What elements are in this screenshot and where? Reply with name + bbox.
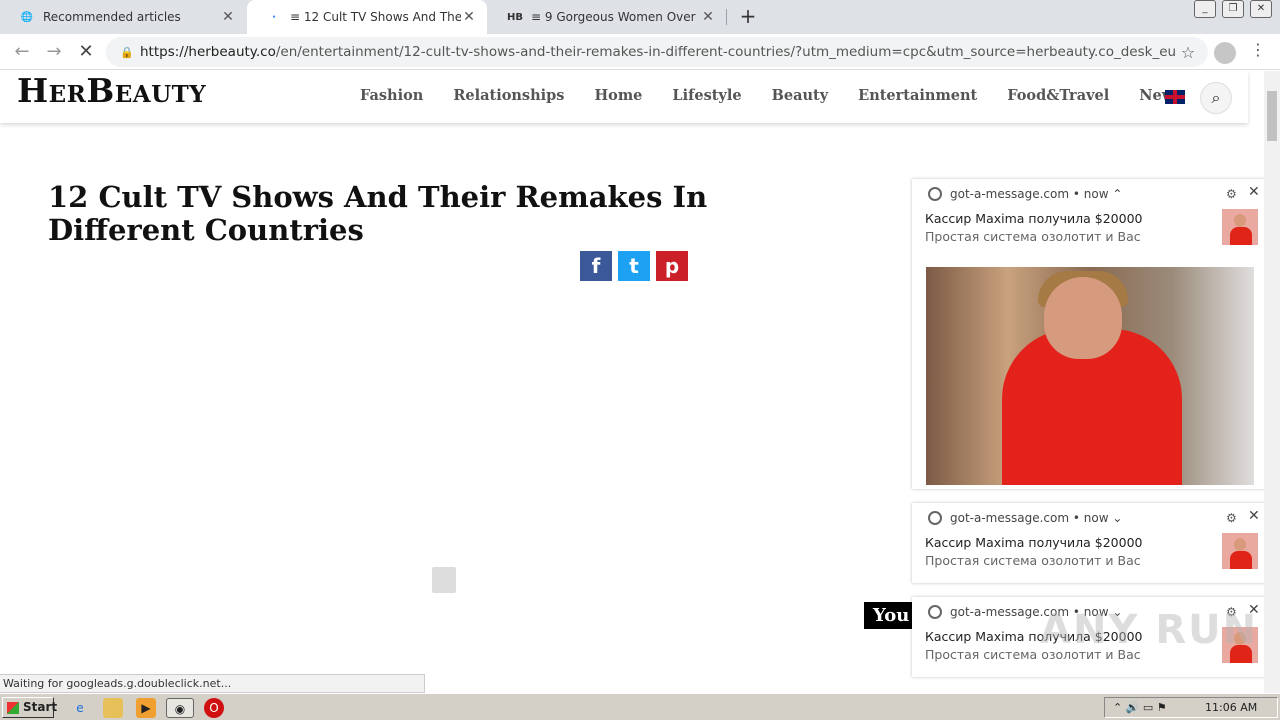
twitter-share-button[interactable]: t [618, 251, 650, 281]
notification-title: Кассир Maxima получила $20000 [925, 211, 1143, 226]
article-title: 12 Cult TV Shows And Their Remakes In Di… [48, 180, 708, 247]
chrome-icon [928, 605, 942, 619]
notification-thumbnail [1222, 533, 1258, 569]
lock-icon: 🔒 [120, 46, 134, 59]
window-controls: _ ❐ ✕ [1194, 0, 1272, 18]
page-scrollbar[interactable] [1264, 71, 1280, 693]
notification-body: Простая система озолотит и Вас [925, 553, 1141, 568]
folder-icon[interactable] [103, 698, 123, 718]
site-header: HerBeauty Fashion Relationships Home Lif… [0, 71, 1248, 123]
push-notification[interactable]: got-a-message.com • now ⌃ ⚙ ✕ Кассир Max… [912, 179, 1264, 489]
scrollbar-thumb[interactable] [1267, 91, 1277, 141]
image-placeholder [432, 567, 456, 593]
teaser-label: You [864, 602, 912, 629]
clock: 11:06 AM [1205, 701, 1258, 714]
chrome-taskbar-icon[interactable]: ◉ [166, 698, 194, 718]
restore-button[interactable]: ❐ [1222, 0, 1244, 18]
ie-icon[interactable]: e [70, 698, 90, 718]
minimize-button[interactable]: _ [1194, 0, 1216, 18]
opera-icon[interactable]: O [204, 698, 224, 718]
bookmark-star-icon[interactable]: ☆ [1176, 43, 1200, 62]
profile-avatar[interactable] [1214, 42, 1236, 64]
tab-title: ≡ 9 Gorgeous Women Over 50 That [531, 10, 700, 24]
address-bar[interactable]: 🔒 https://herbeauty.co/en/entertainment/… [106, 37, 1208, 67]
gear-icon[interactable]: ⚙ [1226, 511, 1237, 525]
close-window-button[interactable]: ✕ [1250, 0, 1272, 18]
notification-title: Кассир Maxima получила $20000 [925, 535, 1143, 550]
windows-taskbar: Start e ▶ ◉ O ⌃ 🔊 ▭ ⚑ 11:06 AM [0, 693, 1280, 720]
browser-toolbar: ← → ✕ 🔒 https://herbeauty.co/en/entertai… [0, 34, 1280, 70]
menu-kebab-icon[interactable]: ⋮ [1250, 40, 1266, 62]
tray-icons[interactable]: ⌃ 🔊 ▭ ⚑ [1113, 698, 1167, 717]
stop-loading-button[interactable]: ✕ [74, 41, 98, 63]
chevron-down-icon: ⌄ [1112, 511, 1123, 525]
close-icon[interactable]: ✕ [1248, 184, 1260, 200]
nav-entertainment[interactable]: Entertainment [843, 87, 992, 104]
nav-beauty[interactable]: Beauty [757, 87, 844, 104]
close-tab-icon[interactable]: ✕ [700, 9, 716, 25]
pinterest-share-button[interactable]: p [656, 251, 688, 281]
main-nav: Fashion Relationships Home Lifestyle Bea… [345, 87, 1197, 104]
tab-strip: 🌐 Recommended articles ✕ · ≡ 12 Cult TV … [0, 0, 1280, 34]
push-notification[interactable]: got-a-message.com • now ⌄ ⚙ ✕ Кассир Max… [912, 503, 1264, 583]
notification-thumbnail [1222, 209, 1258, 245]
forward-button[interactable]: → [42, 41, 66, 63]
notification-body: Простая система озолотит и Вас [925, 229, 1141, 244]
site-logo[interactable]: HerBeauty [17, 71, 206, 110]
tab-recommended-articles[interactable]: 🌐 Recommended articles ✕ [0, 0, 246, 34]
loading-icon: · [272, 11, 276, 23]
nav-home[interactable]: Home [579, 87, 657, 104]
globe-icon: 🌐 [20, 11, 34, 23]
search-icon[interactable]: ⌕ [1200, 82, 1232, 114]
chrome-icon [928, 187, 942, 201]
uk-flag-icon[interactable] [1165, 90, 1185, 104]
new-tab-button[interactable]: + [737, 5, 759, 27]
tab-gorgeous-women[interactable]: HB ≡ 9 Gorgeous Women Over 50 That ✕ [488, 0, 726, 34]
url-text[interactable]: https://herbeauty.co/en/entertainment/12… [140, 44, 1176, 60]
tab-cult-tv-shows[interactable]: · ≡ 12 Cult TV Shows And Their Remakes ✕ [247, 0, 487, 34]
chrome-icon [928, 511, 942, 525]
media-player-icon[interactable]: ▶ [136, 698, 156, 718]
close-tab-icon[interactable]: ✕ [461, 9, 477, 25]
nav-news[interactable]: News [1124, 87, 1197, 104]
gear-icon[interactable]: ⚙ [1226, 187, 1237, 201]
share-buttons: f t p [580, 251, 688, 281]
facebook-share-button[interactable]: f [580, 251, 612, 281]
notification-source: got-a-message.com • now ⌃ [928, 187, 1122, 201]
nav-relationships[interactable]: Relationships [438, 87, 579, 104]
notification-image [926, 267, 1254, 485]
watermark: ANY RUN [1040, 607, 1259, 653]
nav-fashion[interactable]: Fashion [345, 87, 438, 104]
tab-title: ≡ 12 Cult TV Shows And Their Remakes [290, 10, 461, 24]
system-tray: ⌃ 🔊 ▭ ⚑ 11:06 AM [1104, 697, 1278, 718]
status-bar: Waiting for googleads.g.doubleclick.net.… [0, 674, 425, 693]
page-viewport: HerBeauty Fashion Relationships Home Lif… [0, 71, 1264, 693]
nav-lifestyle[interactable]: Lifestyle [657, 87, 756, 104]
start-button[interactable]: Start [2, 697, 57, 718]
close-tab-icon[interactable]: ✕ [220, 9, 236, 25]
nav-food-travel[interactable]: Food&Travel [992, 87, 1124, 104]
notification-source: got-a-message.com • now ⌄ [928, 511, 1122, 525]
close-icon[interactable]: ✕ [1248, 508, 1260, 524]
back-button[interactable]: ← [10, 41, 34, 63]
chevron-up-icon: ⌃ [1112, 187, 1123, 201]
tab-separator [726, 9, 727, 25]
tab-title: Recommended articles [43, 10, 181, 24]
herbeauty-favicon: HB [507, 11, 523, 23]
